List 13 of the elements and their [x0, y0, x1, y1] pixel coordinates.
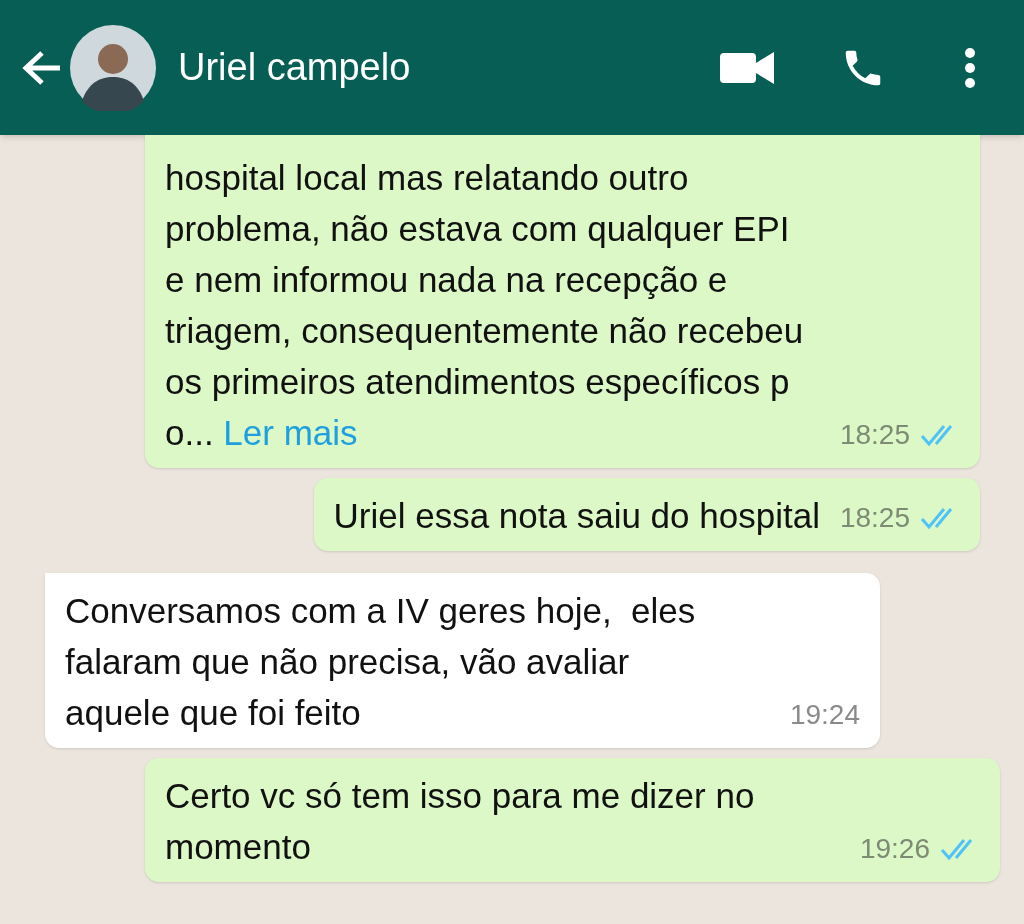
video-call-icon[interactable] — [720, 50, 774, 85]
message-time: 18:25 — [839, 418, 910, 452]
contact-name[interactable]: Uriel campelo — [178, 39, 720, 96]
message-text: hospital local mas relatando outro problema, não estava com qualquer EPI e nem informou nada na recepção e triagem, consequentemente não recebeu os primeiros atendimentos específicos p o... Ler mais — [165, 157, 805, 454]
message-time: 18:25 — [839, 501, 910, 535]
message-time: 19:26 — [859, 832, 930, 866]
message-text: Conversamos com a IV geres hoje, eles falaram que não precisa, vão avaliar aquele que foi feito — [65, 590, 697, 734]
back-arrow-icon — [22, 49, 62, 86]
avatar-icon[interactable] — [70, 24, 156, 111]
message-text: Certo vc só tem isso para me dizer no momento — [165, 775, 756, 868]
message-time: 19:24 — [789, 698, 860, 732]
more-options-icon[interactable] — [964, 46, 976, 89]
message-text: Uriel essa nota saiu do hospital — [333, 495, 820, 537]
